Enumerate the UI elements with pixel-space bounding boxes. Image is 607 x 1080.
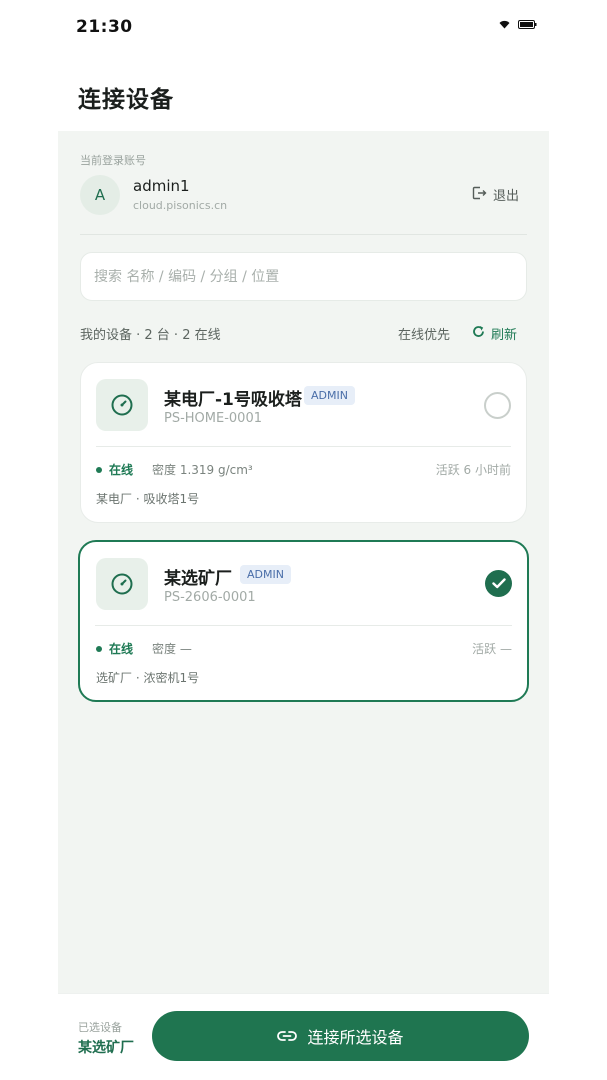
device-density: 密度 — [152, 642, 192, 656]
logout-label: 退出 [492, 189, 519, 204]
connect-label: 连接所选设备 [307, 1028, 404, 1047]
status-time: 21:30 [76, 17, 133, 37]
device-card[interactable]: 某电厂-1号吸收塔 ADMIN PS-HOME-0001 在线 密度 1.319… [80, 362, 527, 523]
divider [80, 234, 527, 235]
search-box[interactable] [80, 252, 527, 301]
wifi-icon [499, 20, 510, 29]
card-divider [95, 625, 512, 626]
select-radio[interactable] [484, 392, 511, 419]
role-badge: ADMIN [304, 386, 355, 405]
refresh-label: 刷新 [491, 328, 518, 343]
card-divider [96, 446, 511, 447]
device-card-selected[interactable]: 某选矿厂 ADMIN PS-2606-0001 在线 密度 — 活跃 — 选矿厂… [78, 540, 529, 702]
online-dot [96, 646, 102, 652]
device-status: 在线 [109, 642, 134, 656]
device-last-active: 活跃 6 小时前 [435, 463, 511, 477]
device-code: PS-HOME-0001 [164, 411, 262, 426]
account-name: admin1 [133, 177, 190, 195]
link-icon [277, 1027, 298, 1046]
account-caption: 当前登录账号 [80, 154, 146, 167]
check-icon [491, 574, 506, 593]
logout-button[interactable]: 退出 [472, 185, 519, 204]
device-name: 某选矿厂 [164, 569, 232, 589]
refresh-button[interactable]: 刷新 [472, 324, 517, 343]
device-status: 在线 [109, 463, 134, 477]
device-last-active: 活跃 — [472, 642, 512, 656]
account-host: cloud.pisonics.cn [133, 199, 228, 212]
page-title: 连接设备 [78, 87, 174, 113]
device-code: PS-2606-0001 [164, 590, 256, 605]
device-name: 某电厂-1号吸收塔 [164, 390, 302, 410]
battery-icon [518, 20, 537, 29]
search-input[interactable] [94, 268, 526, 285]
select-radio-checked[interactable] [485, 570, 512, 597]
sort-online-first-button[interactable]: 在线优先 [398, 324, 450, 343]
connect-selected-button[interactable]: 连接所选设备 [152, 1011, 529, 1061]
selected-device-caption: 已选设备 [78, 1021, 122, 1034]
status-bar: 21:30 [0, 0, 607, 56]
device-location: 选矿厂 · 浓密机1号 [96, 671, 200, 685]
gauge-icon [96, 379, 148, 431]
device-list-summary: 我的设备 · 2 台 · 2 在线 [80, 328, 221, 343]
status-icons [499, 20, 537, 29]
gauge-icon [96, 558, 148, 610]
selected-device-value: 某选矿厂 [78, 1040, 134, 1056]
device-density: 密度 1.319 g/cm³ [152, 463, 253, 477]
logout-icon [472, 186, 487, 204]
device-location: 某电厂 · 吸收塔1号 [96, 492, 200, 506]
online-dot [96, 467, 102, 473]
role-badge: ADMIN [240, 565, 291, 584]
refresh-icon [472, 325, 485, 342]
avatar: A [80, 175, 120, 215]
